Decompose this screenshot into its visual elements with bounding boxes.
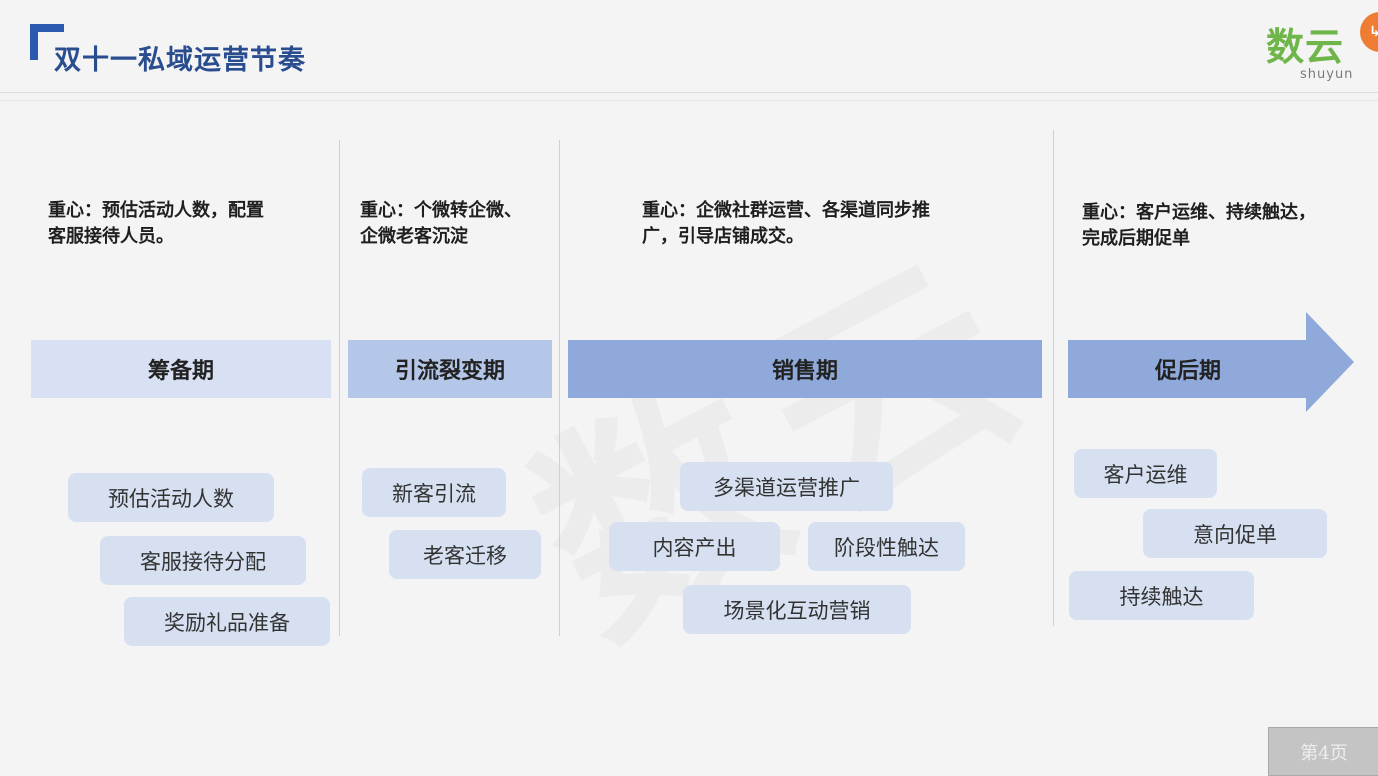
- phase-band-sales: 销售期: [568, 340, 1042, 398]
- task-pill: 新客引流: [362, 468, 506, 517]
- focus-line: 重心：客户运维、持续触达，: [1082, 202, 1316, 223]
- focus-line: 完成后期促单: [1082, 228, 1190, 249]
- slide-header: 双十一私域运营节奏 数云 shuyun ↳: [0, 0, 1378, 92]
- phase-divider-3: [1053, 130, 1054, 626]
- shuyun-logo: 数云 shuyun: [1266, 26, 1366, 86]
- phase-focus-traffic: 重心：个微转企微、 企微老客沉淀: [360, 198, 522, 250]
- task-pill: 老客迁移: [389, 530, 541, 579]
- phase-divider-2: [559, 140, 560, 636]
- phase-band-traffic: 引流裂变期: [348, 340, 552, 398]
- task-pill: 阶段性触达: [808, 522, 965, 571]
- page-title: 双十一私域运营节奏: [54, 45, 306, 76]
- phase-focus-post: 重心：客户运维、持续触达， 完成后期促单: [1082, 200, 1316, 252]
- task-pill: 持续触达: [1069, 571, 1254, 620]
- phase-focus-sales: 重心：企微社群运营、各渠道同步推 广，引导店铺成交。: [642, 198, 930, 250]
- focus-line: 重心：企微社群运营、各渠道同步推: [642, 200, 930, 221]
- phase-focus-prep: 重心：预估活动人数，配置 客服接待人员。: [48, 198, 264, 250]
- focus-line: 重心：预估活动人数，配置: [48, 200, 264, 221]
- task-pill: 客户运维: [1074, 449, 1217, 498]
- phase-band-prep: 筹备期: [31, 340, 331, 398]
- logo-text-en: shuyun: [1300, 67, 1354, 82]
- phase-band-post: 促后期: [1068, 340, 1308, 398]
- task-pill: 多渠道运营推广: [680, 462, 893, 511]
- focus-line: 客服接待人员。: [48, 226, 174, 247]
- header-divider: [0, 92, 1378, 101]
- focus-line: 广，引导店铺成交。: [642, 226, 804, 247]
- phase-divider-1: [339, 140, 340, 636]
- focus-line: 企微老客沉淀: [360, 226, 468, 247]
- task-pill: 意向促单: [1143, 509, 1327, 558]
- timeline-arrow-icon: [1306, 312, 1354, 412]
- focus-line: 重心：个微转企微、: [360, 200, 522, 221]
- task-pill: 内容产出: [609, 522, 780, 571]
- page-number-button[interactable]: 第4页: [1268, 727, 1378, 776]
- task-pill: 客服接待分配: [100, 536, 306, 585]
- task-pill: 场景化互动营销: [683, 585, 911, 634]
- task-pill: 奖励礼品准备: [124, 597, 330, 646]
- task-pill: 预估活动人数: [68, 473, 274, 522]
- logo-text-cn: 数云: [1266, 25, 1345, 69]
